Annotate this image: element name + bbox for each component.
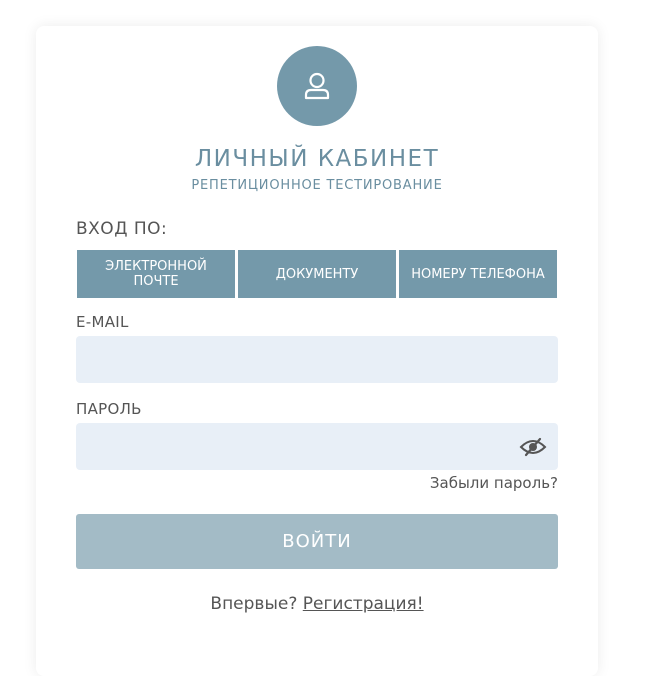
avatar: [277, 46, 357, 126]
login-by-email-button[interactable]: ЭЛЕКТРОННОЙ ПОЧТЕ: [77, 250, 235, 298]
email-label: E-MAIL: [76, 313, 129, 331]
login-button[interactable]: ВОЙТИ: [76, 514, 558, 569]
register-row: Впервые? Регистрация!: [36, 594, 598, 614]
login-by-phone-button[interactable]: НОМЕРУ ТЕЛЕФОНА: [399, 250, 557, 298]
login-by-document-button[interactable]: ДОКУМЕНТУ: [238, 250, 396, 298]
page-title: ЛИЧНЫЙ КАБИНЕТ: [194, 146, 440, 172]
password-visibility-toggle[interactable]: [519, 435, 547, 459]
login-method-label: ВХОД ПО:: [76, 219, 168, 239]
password-field[interactable]: [76, 423, 558, 470]
login-method-group: ЭЛЕКТРОННОЙ ПОЧТЕ ДОКУМЕНТУ НОМЕРУ ТЕЛЕФ…: [77, 250, 557, 298]
password-label: ПАРОЛЬ: [76, 400, 142, 418]
eye-slash-icon: [519, 437, 547, 457]
user-icon: [304, 72, 330, 100]
login-card: ЛИЧНЫЙ КАБИНЕТ РЕПЕТИЦИОННОЕ ТЕСТИРОВАНИ…: [36, 26, 598, 676]
register-prompt: Впервые?: [210, 594, 303, 614]
register-link[interactable]: Регистрация!: [303, 594, 424, 614]
page-subtitle: РЕПЕТИЦИОННОЕ ТЕСТИРОВАНИЕ: [191, 178, 443, 193]
forgot-password-link[interactable]: Забыли пароль?: [396, 474, 558, 492]
email-field[interactable]: [76, 336, 558, 383]
